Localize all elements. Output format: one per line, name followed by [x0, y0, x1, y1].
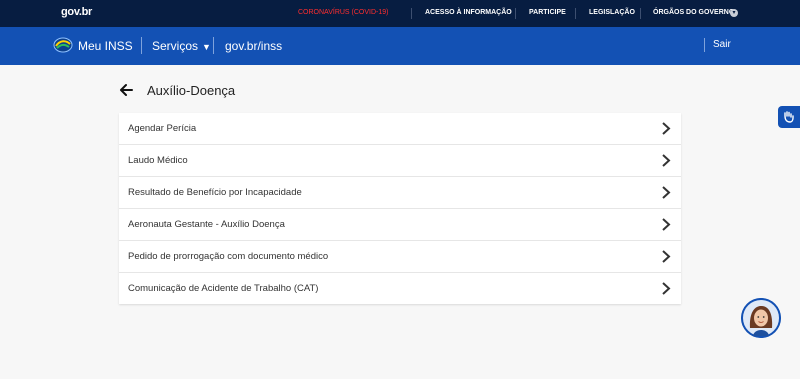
servicos-label: Serviços	[152, 39, 199, 53]
divider	[640, 8, 641, 19]
divider	[411, 8, 412, 19]
list-item-aeronauta-gestante[interactable]: Aeronauta Gestante - Auxílio Doença	[119, 209, 681, 241]
chevron-right-icon	[662, 186, 671, 199]
divider	[141, 37, 142, 54]
list-item-label: Pedido de prorrogação com documento médi…	[128, 251, 329, 262]
list-item-laudo-medico[interactable]: Laudo Médico	[119, 145, 681, 177]
divider	[515, 8, 516, 19]
link-coronavirus[interactable]: CORONAVÍRUS (COVID-19)	[298, 9, 389, 16]
list-item-label: Aeronauta Gestante - Auxílio Doença	[128, 219, 285, 230]
govbr-inss-link[interactable]: gov.br/inss	[225, 39, 282, 53]
list-item-resultado-beneficio[interactable]: Resultado de Benefício por Incapacidade	[119, 177, 681, 209]
service-list: Agendar Perícia Laudo Médico Resultado d…	[119, 113, 681, 304]
list-item-agendar-pericia[interactable]: Agendar Perícia	[119, 113, 681, 145]
accessibility-button[interactable]	[778, 106, 800, 128]
sair-button[interactable]: Sair	[713, 39, 731, 50]
link-participe[interactable]: PARTICIPE	[529, 9, 566, 16]
link-acesso-informacao[interactable]: ACESSO À INFORMAÇÃO	[425, 9, 512, 16]
divider	[704, 38, 705, 52]
divider	[575, 8, 576, 19]
link-orgaos-governo[interactable]: ÓRGÃOS DO GOVERNO	[653, 9, 734, 16]
chevron-right-icon	[662, 122, 671, 135]
list-item-label: Resultado de Benefício por Incapacidade	[128, 187, 302, 198]
page-title: Auxílio-Doença	[147, 83, 236, 98]
govbr-logo[interactable]: gov.br	[61, 6, 92, 18]
divider	[213, 37, 214, 54]
chevron-down-icon[interactable]: ▾	[730, 9, 738, 17]
list-item-label: Comunicação de Acidente de Trabalho (CAT…	[128, 283, 319, 294]
chevron-down-icon: ▼	[202, 42, 211, 52]
list-item-label: Laudo Médico	[128, 155, 188, 166]
chevron-right-icon	[662, 250, 671, 263]
list-item-pedido-prorrogacao[interactable]: Pedido de prorrogação com documento médi…	[119, 241, 681, 273]
assistant-avatar-icon	[741, 298, 781, 338]
link-legislacao[interactable]: LEGISLAÇÃO	[589, 9, 635, 16]
back-arrow-icon[interactable]	[118, 82, 134, 98]
app-title[interactable]: Meu INSS	[78, 39, 133, 53]
chevron-right-icon	[662, 282, 671, 295]
assistant-avatar[interactable]	[741, 298, 781, 338]
app-header: Meu INSS Serviços ▼ gov.br/inss Sair	[0, 27, 800, 65]
govbr-top-bar: gov.br CORONAVÍRUS (COVID-19) ACESSO À I…	[0, 0, 800, 27]
list-item-comunicacao-cat[interactable]: Comunicação de Acidente de Trabalho (CAT…	[119, 273, 681, 304]
chevron-right-icon	[662, 154, 671, 167]
accessibility-hand-icon	[784, 111, 794, 123]
inss-logo-icon	[53, 37, 73, 53]
servicos-menu[interactable]: Serviços ▼	[152, 39, 211, 53]
chevron-right-icon	[662, 218, 671, 231]
list-item-label: Agendar Perícia	[128, 123, 197, 134]
